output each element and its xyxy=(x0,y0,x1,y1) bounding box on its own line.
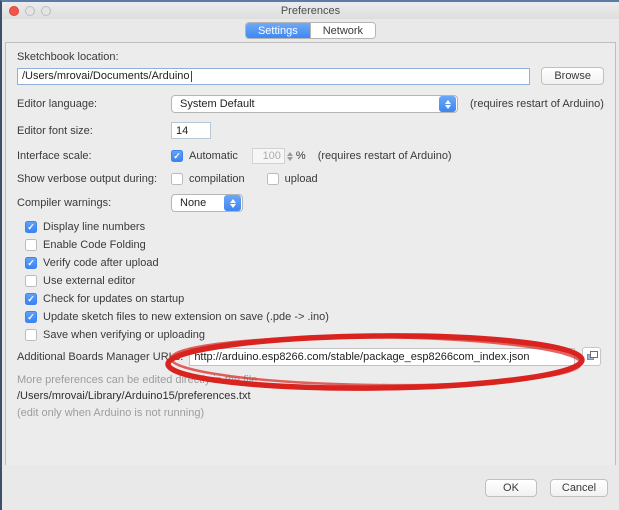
sketchbook-row: /Users/mrovai/Documents/Arduino Browse xyxy=(17,67,604,85)
upload-checkbox[interactable]: upload xyxy=(266,173,318,185)
dropdown-stepper-icon xyxy=(224,195,241,211)
use-external-editor-option[interactable]: Use external editor xyxy=(25,275,604,287)
editor-font-size-label: Editor font size: xyxy=(17,124,93,137)
option-label: Enable Code Folding xyxy=(43,239,146,251)
checkbox-box[interactable] xyxy=(25,311,37,323)
option-label: Use external editor xyxy=(43,275,136,287)
checkbox-box[interactable] xyxy=(25,257,37,269)
editor-language-row: Editor language: System Default (require… xyxy=(17,95,604,113)
checkbox-box[interactable] xyxy=(25,221,37,233)
boards-manager-urls-value: http://arduino.esp8266.com/stable/packag… xyxy=(194,350,530,363)
save-when-verifying-option[interactable]: Save when verifying or uploading xyxy=(25,329,604,341)
compiler-warnings-row: Compiler warnings: None xyxy=(17,194,604,212)
automatic-label: Automatic xyxy=(189,150,238,162)
boards-manager-row: Additional Boards Manager URLs: http://a… xyxy=(17,347,604,366)
enable-code-folding-option[interactable]: Enable Code Folding xyxy=(25,239,604,251)
ok-button[interactable]: OK xyxy=(485,478,537,497)
compiler-warnings-select[interactable]: None xyxy=(171,194,243,212)
option-label: Update sketch files to new extension on … xyxy=(43,311,329,323)
sketchbook-location-input[interactable]: /Users/mrovai/Documents/Arduino xyxy=(17,67,531,85)
checkbox-box[interactable] xyxy=(171,150,183,162)
preferences-file-path: /Users/mrovai/Library/Arduino15/preferen… xyxy=(17,390,251,402)
scale-restart-note: (requires restart of Arduino) xyxy=(317,150,452,162)
dropdown-stepper-icon xyxy=(439,96,456,112)
scale-value-input: 100 xyxy=(251,148,285,164)
checkbox-box[interactable] xyxy=(25,293,37,305)
verbose-output-label: Show verbose output during: xyxy=(17,173,158,185)
title-bar: Preferences xyxy=(2,2,619,19)
text-caret xyxy=(190,70,192,82)
sketchbook-location-value: /Users/mrovai/Documents/Arduino xyxy=(22,70,190,82)
tab-network[interactable]: Network xyxy=(309,23,376,38)
compiler-warnings-value: None xyxy=(180,197,207,209)
tab-strip: Settings Network xyxy=(2,19,619,42)
option-label: Save when verifying or uploading xyxy=(43,329,206,341)
automatic-checkbox[interactable]: Automatic xyxy=(171,150,238,162)
open-urls-window-button[interactable] xyxy=(582,347,602,366)
interface-scale-label: Interface scale: xyxy=(17,150,92,162)
option-label: Display line numbers xyxy=(43,221,146,233)
compilation-label: compilation xyxy=(189,173,245,185)
editor-font-size-row: Editor font size: 14 xyxy=(17,122,604,139)
options-checkbox-list: Display line numbers Enable Code Folding… xyxy=(25,221,604,341)
editor-language-select[interactable]: System Default xyxy=(171,95,458,113)
editor-font-size-value: 14 xyxy=(176,124,189,137)
edit-only-note: (edit only when Arduino is not running) xyxy=(17,407,205,419)
option-label: Check for updates on startup xyxy=(43,293,185,305)
check-for-updates-option[interactable]: Check for updates on startup xyxy=(25,293,604,305)
sketchbook-location-label: Sketchbook location: xyxy=(17,51,119,63)
browse-button[interactable]: Browse xyxy=(541,67,604,85)
more-preferences-note: More preferences can be edited directly … xyxy=(17,374,258,386)
preferences-window: Preferences Settings Network Sketchbook … xyxy=(0,0,619,510)
action-bar: OK Cancel xyxy=(2,465,619,510)
scale-stepper-icon[interactable] xyxy=(286,151,293,161)
boards-manager-label: Additional Boards Manager URLs: xyxy=(17,350,184,363)
window-icon xyxy=(590,351,599,358)
window-title: Preferences xyxy=(280,4,341,17)
update-sketch-files-option[interactable]: Update sketch files to new extension on … xyxy=(25,311,604,323)
settings-panel: Sketchbook location: /Users/mrovai/Docum… xyxy=(5,42,616,467)
interface-scale-row: Interface scale: Automatic 100 % (requir… xyxy=(17,148,604,164)
editor-font-size-input[interactable]: 14 xyxy=(171,122,211,139)
tab-settings[interactable]: Settings xyxy=(245,23,310,38)
percent-label: % xyxy=(295,150,306,162)
display-line-numbers-option[interactable]: Display line numbers xyxy=(25,221,604,233)
upload-label: upload xyxy=(284,173,318,185)
checkbox-box[interactable] xyxy=(171,173,183,185)
tab-segmented-control: Settings Network xyxy=(244,22,377,39)
compilation-checkbox[interactable]: compilation xyxy=(171,173,245,185)
boards-manager-urls-input[interactable]: http://arduino.esp8266.com/stable/packag… xyxy=(189,347,576,366)
verbose-output-row: Show verbose output during: compilation … xyxy=(17,173,604,185)
checkbox-box[interactable] xyxy=(25,239,37,251)
checkbox-box[interactable] xyxy=(25,329,37,341)
compiler-warnings-label: Compiler warnings: xyxy=(17,197,112,209)
cancel-button[interactable]: Cancel xyxy=(550,478,608,497)
language-restart-note: (requires restart of Arduino) xyxy=(470,98,604,110)
checkbox-box[interactable] xyxy=(266,173,279,185)
option-label: Verify code after upload xyxy=(43,257,159,269)
checkbox-box[interactable] xyxy=(25,275,37,287)
verify-code-after-upload-option[interactable]: Verify code after upload xyxy=(25,257,604,269)
editor-language-value: System Default xyxy=(180,98,255,110)
editor-language-label: Editor language: xyxy=(17,98,98,110)
